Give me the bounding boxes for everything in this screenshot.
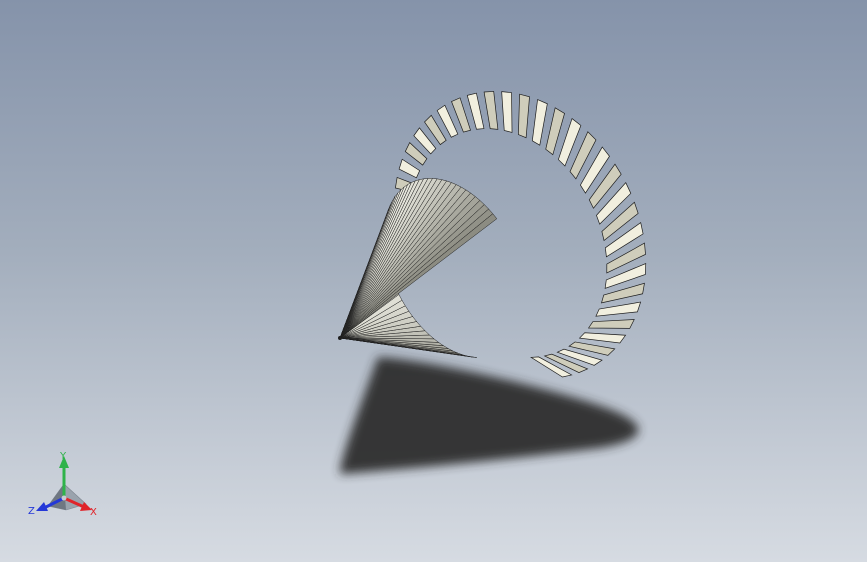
x-axis-label: X [90,507,97,518]
y-axis-label: Y [59,451,67,462]
gear-tooth [587,319,635,329]
gear-shadow [340,357,639,474]
gear-tooth [595,301,642,317]
gear-cone-face [338,178,498,358]
gear-tooth [531,99,548,146]
gear-tooth [483,91,499,130]
gear-tooth [518,93,530,139]
triad-origin [61,495,67,501]
axis-triad[interactable]: Y X Z [22,448,106,524]
bevel-gear-model[interactable] [338,91,647,378]
gear-tooth [545,107,565,156]
gear-tooth [501,91,513,133]
gear-tooth [578,332,627,344]
z-axis-label: Z [28,506,35,517]
3d-viewport[interactable] [0,0,867,562]
gear-tooth [466,92,485,130]
cone-apex [338,336,342,340]
gear-tooth [398,158,421,179]
